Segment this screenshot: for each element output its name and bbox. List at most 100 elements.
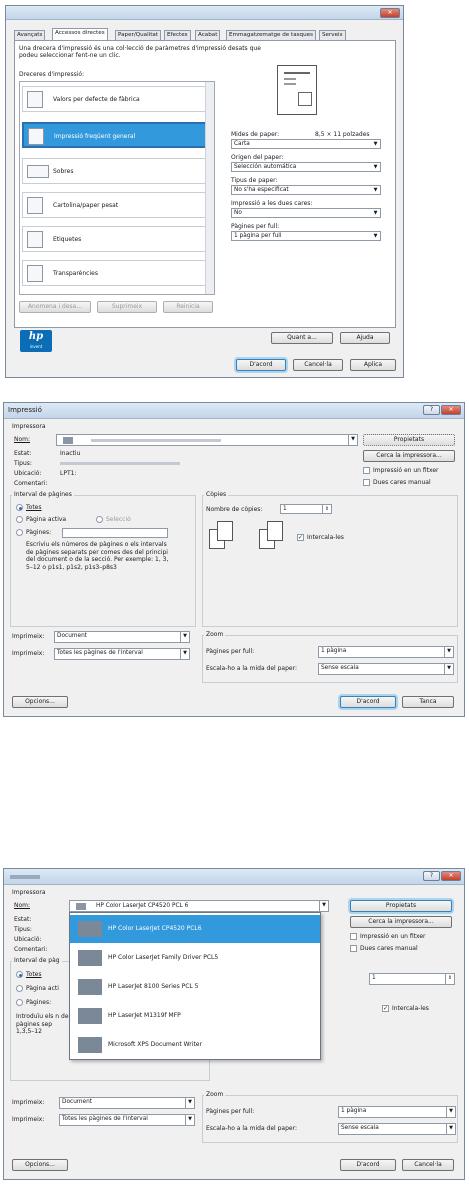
collate-checkbox[interactable]: ✓ Intercala-les [382,1005,429,1012]
select-value: Sense escala [341,1125,379,1131]
checkbox-icon [363,479,370,486]
shortcut-envelopes[interactable]: Sobres [22,158,212,184]
select-value: Selección automática [234,164,297,170]
shortcut-label: Transparències [53,270,98,277]
reset-button[interactable]: Reinicia [163,301,213,313]
manual-duplex-checkbox[interactable]: Dues cares manual [363,479,431,486]
pages-radio[interactable]: Pàgines: [16,999,51,1006]
printer-option-m1319f[interactable]: HP LaserJet M1319f MFP [70,1002,320,1030]
print-what-select[interactable]: Document ▼ [59,1097,195,1109]
help-icon[interactable]: ? [423,871,440,881]
pages-per-sheet-select[interactable]: 1 pàgina ▼ [338,1106,456,1118]
radio-label: Totes [26,504,42,511]
close-icon[interactable]: ✕ [441,405,461,415]
about-button[interactable]: Quant a... [271,332,333,344]
find-printer-button[interactable]: Cerca la impressora... [350,916,452,928]
duplex-select[interactable]: No ▼ [231,208,381,218]
checkbox-label: Dues cares manual [360,945,418,952]
all-pages-radio[interactable]: Totes [16,971,42,978]
help-button[interactable]: Ajuda [340,332,390,344]
printer-option-xps[interactable]: Microsoft XPS Document Writer [70,1031,320,1059]
spinner-icon[interactable]: ⇕ [445,974,454,984]
shortcut-transparencies[interactable]: Transparències [22,260,212,286]
transparency-icon [27,265,43,282]
shortcut-label: Cartolina/paper pesat [53,202,119,209]
current-page-radio[interactable]: Pàgina activa [16,516,66,523]
ok-button[interactable]: D'acord [236,359,286,371]
copies-input[interactable]: 1 ⇕ [369,973,455,985]
close-icon[interactable]: ✕ [380,8,400,18]
checkbox-icon [350,933,357,940]
shortcut-factory-defaults[interactable]: Valors per defecte de fàbrica [22,86,212,112]
delete-button[interactable]: Suprimeix [97,301,157,313]
checkbox-icon [350,945,357,952]
cancel-button[interactable]: Cancel·la [293,359,343,371]
print-what-select[interactable]: Document ▼ [54,631,190,643]
collate-checkbox[interactable]: ✓ Intercala-les [297,534,344,541]
printer-option-cp4520[interactable]: HP Color LaserJet CP4520 PCL6 [70,915,320,943]
radio-icon [16,999,23,1006]
current-page-radio[interactable]: Pàgina acti [16,985,59,992]
shortcut-cardstock[interactable]: Cartolina/paper pesat [22,192,212,218]
printer-name-select[interactable]: ▼ [56,434,358,446]
tab-finishing[interactable]: Acabat [195,30,221,40]
name-label-text: Nom: [14,436,31,443]
apply-button[interactable]: Aplica [350,359,396,371]
cancel-button[interactable]: Cancel·la [402,1159,454,1171]
spinner-icon[interactable]: ⇕ [322,505,331,513]
print-select[interactable]: Totes les pàgines de l'interval ▼ [54,648,190,660]
pages-input[interactable] [62,528,168,538]
all-pages-radio[interactable]: Totes [16,504,42,511]
tab-paper-quality[interactable]: Paper/Qualitat [115,30,162,40]
print-dialog: Impressió ? ✕ Impressora Nom: ▼ Propietat… [3,402,465,717]
printer-group-label: Impressora [12,889,46,896]
scale-select[interactable]: Sense escala ▼ [338,1123,456,1135]
scale-select[interactable]: Sense escala ▼ [318,663,454,675]
ok-button[interactable]: D'acord [340,696,396,708]
print-to-file-checkbox[interactable]: Impressió en un fitxer [350,933,426,940]
print-to-file-checkbox[interactable]: Impressió en un fitxer [363,467,439,474]
radio-icon [16,971,23,978]
tab-services[interactable]: Serveis [319,30,346,40]
pages-radio[interactable]: Pàgines: [16,529,51,536]
save-as-button[interactable]: Anomena i desa... [19,301,91,313]
options-button[interactable]: Opcions... [12,1159,68,1171]
shortcut-general-everyday[interactable]: Impressió freqüent general [22,122,212,148]
ok-button[interactable]: D'acord [340,1159,396,1171]
tab-effects[interactable]: Efectes [164,30,191,40]
select-value: Sense escala [321,665,359,671]
copies-input[interactable]: 1 ⇕ [280,504,332,514]
paper-type-label: Tipus de paper: [231,177,278,184]
printer-name-select[interactable]: HP Color LaserJet CP4520 PCL 6 ▼ [69,900,329,912]
properties-button[interactable]: Propietats [363,434,455,446]
list-scrollbar[interactable] [205,82,214,294]
printer-option-8100[interactable]: HP LaserJet 8100 Series PCL 5 [70,973,320,1001]
close-button[interactable]: Tanca [402,696,454,708]
printer-option-family-driver[interactable]: HP Color LaserJet Family Driver PCL5 [70,944,320,972]
pages-per-sheet-label: Pàgines per full: [231,223,280,230]
help-icon[interactable]: ? [423,405,440,415]
manual-duplex-checkbox[interactable]: Dues cares manual [350,945,418,952]
printer-dropdown-list[interactable]: HP Color LaserJet CP4520 PCL6 HP Color L… [69,912,321,1060]
find-printer-button[interactable]: Cerca la impressora... [363,450,455,462]
tab-advanced[interactable]: Avançats [14,30,46,40]
paper-source-select[interactable]: Selección automática ▼ [231,162,381,172]
select-value: Totes les pàgines de l'interval [57,650,143,656]
tab-job-storage[interactable]: Emmagatzematge de tasques [226,30,317,40]
print-select[interactable]: Totes les pàgines de l'interval ▼ [59,1114,195,1126]
radio-icon [16,529,23,536]
scale-label: Escala-ho a la mida del paper: [206,1125,297,1132]
pages-per-sheet-select[interactable]: 1 pàgina ▼ [318,646,454,658]
checkbox-label: Impressió en un fitxer [373,467,439,474]
shortcut-list[interactable]: Valors per defecte de fàbrica Impressió … [19,81,215,295]
pages-per-sheet-label: Pàgines per full: [206,648,255,655]
print-what-label: Imprimeix: [12,1099,45,1106]
close-icon[interactable]: ✕ [441,871,461,881]
selection-radio[interactable]: Selecció [96,516,131,523]
properties-button[interactable]: Propietats [350,900,452,912]
paper-type-select[interactable]: No s'ha especificat ▼ [231,185,381,195]
paper-size-select[interactable]: Carta ▼ [231,139,381,149]
pages-per-sheet-select[interactable]: 1 pàgina per full ▼ [231,231,381,241]
shortcut-labels[interactable]: Etiquetes [22,226,212,252]
options-button[interactable]: Opcions... [12,696,68,708]
